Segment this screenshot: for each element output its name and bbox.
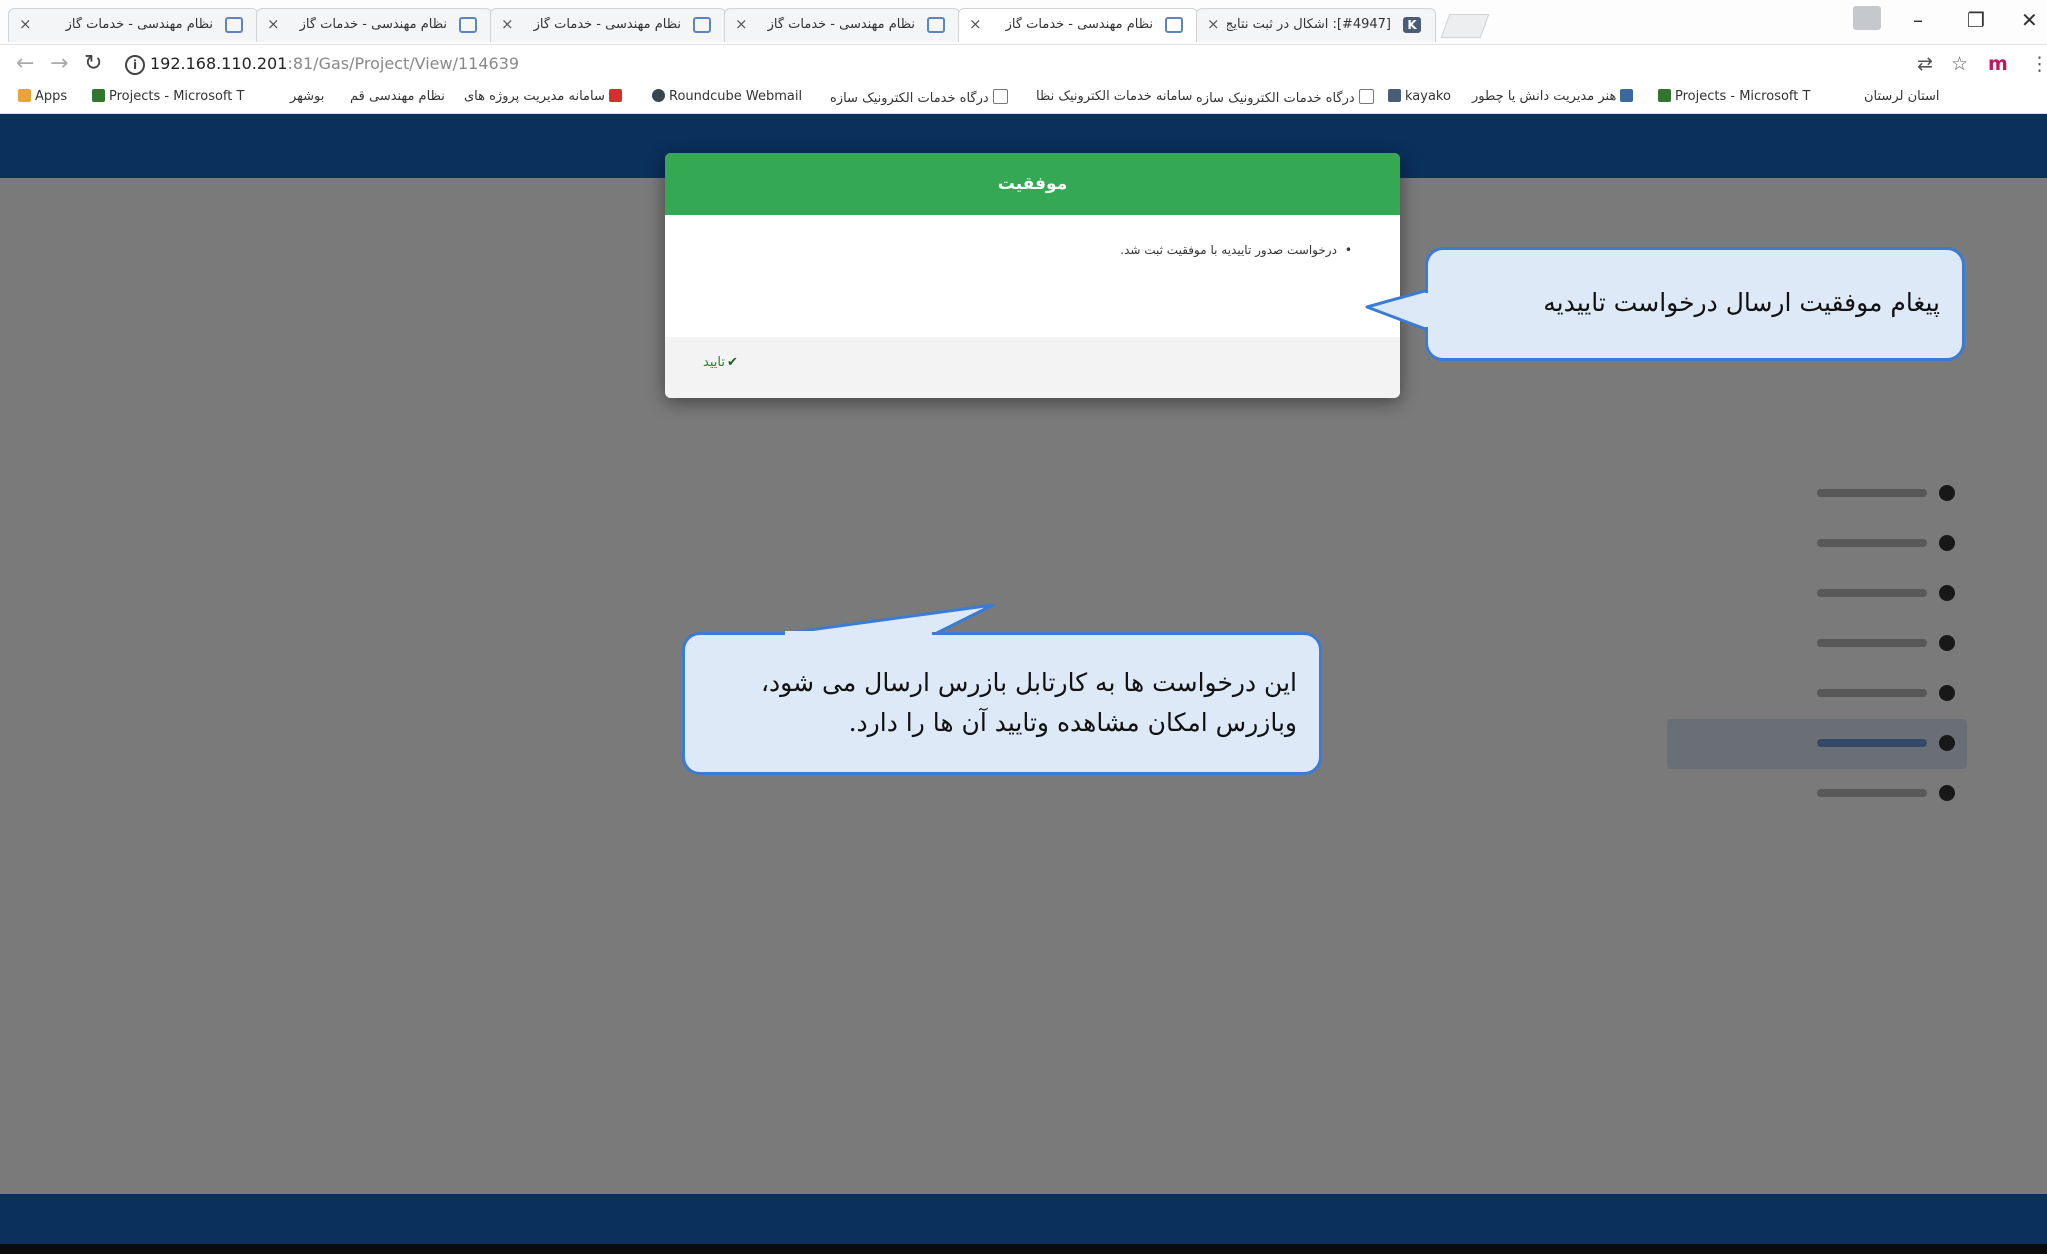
seam-inspector bbox=[785, 631, 932, 637]
callout-tail-seams bbox=[785, 293, 1431, 637]
seam-success bbox=[1425, 293, 1431, 327]
